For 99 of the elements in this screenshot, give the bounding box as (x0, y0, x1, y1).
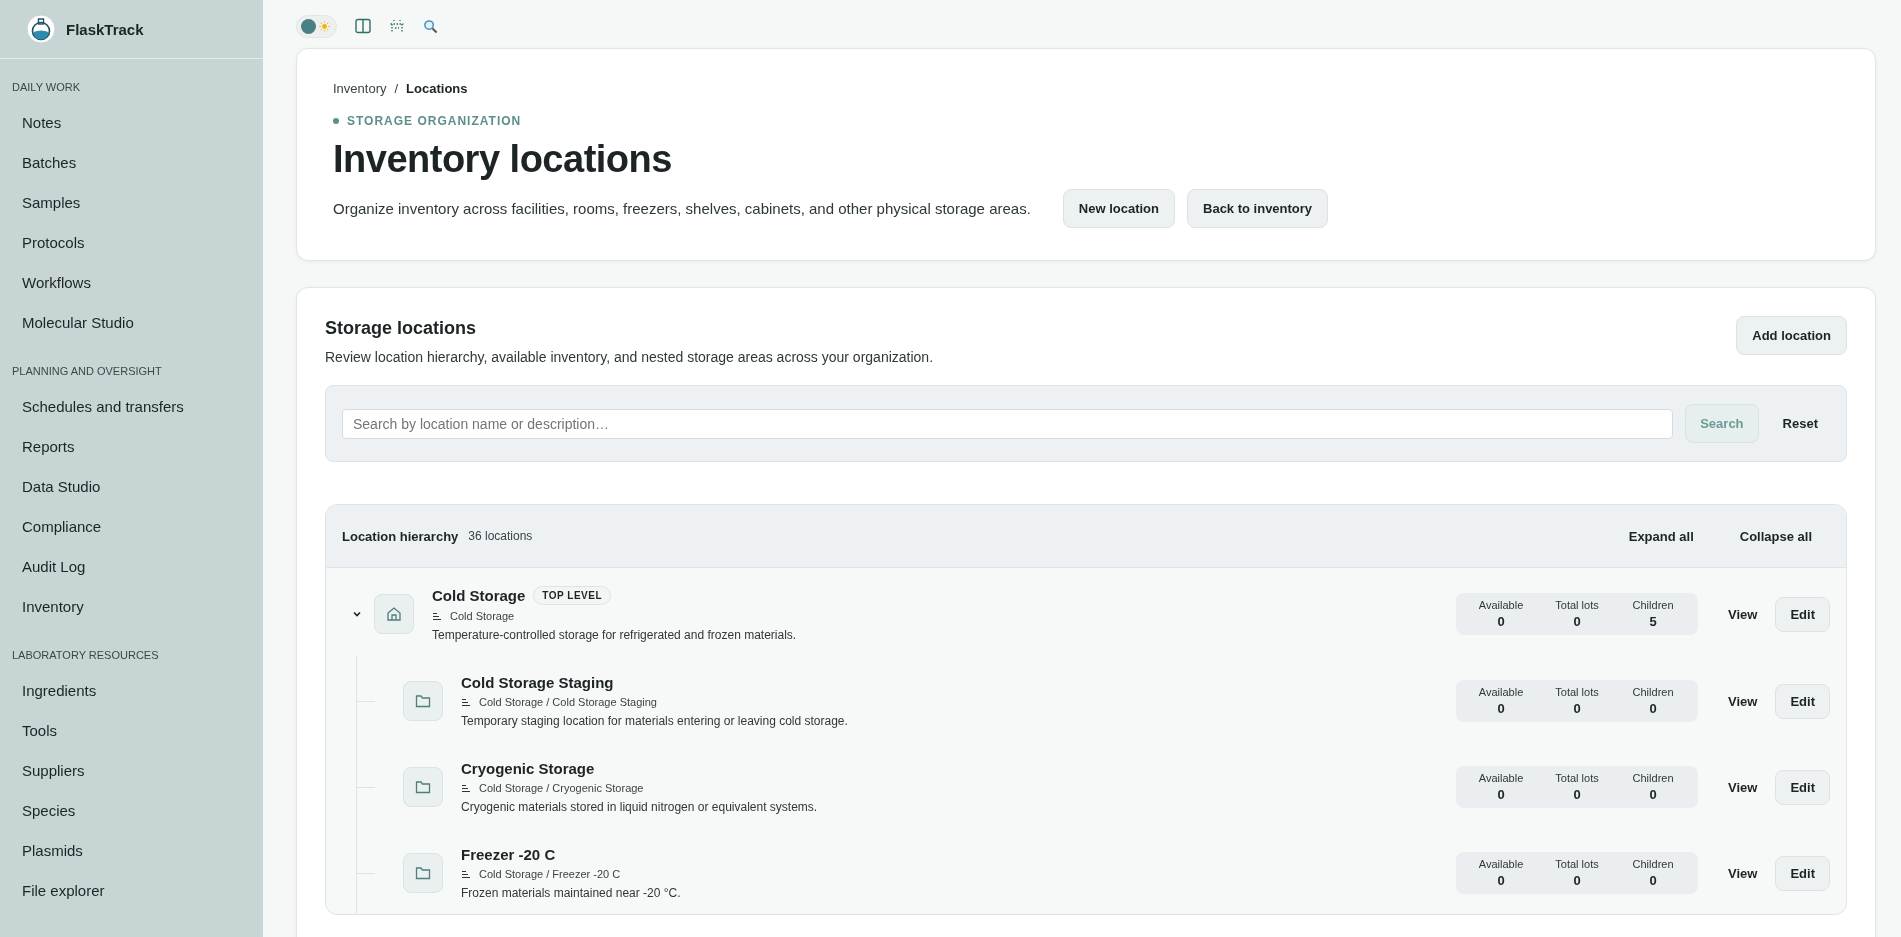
sidebar-item[interactable]: Molecular Studio (0, 303, 263, 343)
stat-label: Available (1478, 858, 1524, 870)
location-path: Cold Storage / Cryogenic Storage (479, 782, 644, 794)
stat-value: 0 (1573, 701, 1581, 716)
location-path: Cold Storage / Cold Storage Staging (479, 696, 657, 708)
sidebar-item[interactable]: File explorer (0, 871, 263, 911)
desk-icon[interactable] (389, 18, 405, 34)
stat-value: 0 (1573, 614, 1581, 629)
location-description: Frozen materials maintained near -20 °C. (461, 886, 682, 900)
stat-label: Children (1632, 686, 1674, 698)
sidebar-item[interactable]: Tools (0, 711, 263, 751)
view-button[interactable]: View (1716, 598, 1770, 630)
folder-icon (415, 780, 431, 794)
path-icon (432, 611, 442, 621)
sun-icon (319, 20, 330, 32)
breadcrumb-item: Locations (406, 81, 468, 96)
sidebar-item[interactable]: Plasmids (0, 831, 263, 871)
location-description: Cryogenic materials stored in liquid nitrogen or equivalent systems. (461, 800, 819, 814)
header-button[interactable]: New location (1062, 189, 1175, 228)
header-button[interactable]: Back to inventory (1187, 189, 1329, 228)
sidebar-item[interactable]: Audit Log (0, 547, 263, 587)
chevron-icon[interactable] (352, 609, 362, 619)
stat-label: Total lots (1555, 599, 1599, 611)
sidebar-item[interactable]: Notes (0, 103, 263, 143)
expand-all-button[interactable]: Expand all (1610, 520, 1712, 552)
location-count: 36 locations (468, 529, 533, 543)
breadcrumb-item[interactable]: Inventory (333, 81, 387, 96)
stat-value: 0 (1573, 873, 1581, 888)
location-path: Cold Storage (450, 610, 515, 622)
location-name[interactable]: Cold Storage Staging (461, 674, 614, 691)
stat-value: 0 (1649, 873, 1657, 888)
sidebar-item[interactable]: Schedules and transfers (0, 387, 263, 427)
section-heading: Storage locations (325, 318, 478, 339)
stat-label: Children (1632, 599, 1674, 611)
stat-value: 0 (1497, 787, 1505, 802)
sidebar-item[interactable]: Data Studio (0, 467, 263, 507)
path-icon (461, 783, 471, 793)
search-icon[interactable] (423, 18, 438, 34)
sidebar-item[interactable]: Species (0, 791, 263, 831)
flask-logo-icon (26, 14, 56, 44)
path-icon (461, 697, 471, 707)
stat-value: 0 (1649, 787, 1657, 802)
path-icon (461, 869, 471, 879)
edit-button[interactable]: Edit (1775, 855, 1830, 891)
stat-label: Available (1478, 686, 1524, 698)
section-description: Review location hierarchy, available inventory, and nested storage areas across your organization. (325, 349, 934, 365)
sidebar-item[interactable]: Ingredients (0, 671, 263, 711)
hierarchy-title: Location hierarchy (342, 528, 459, 544)
stat-value: 0 (1573, 787, 1581, 802)
page-title: Inventory locations (333, 138, 673, 181)
edit-button[interactable]: Edit (1775, 769, 1830, 805)
folder-icon (415, 694, 431, 708)
page-description: Organize inventory across facilities, rooms, freezers, shelves, cabinets, and other physical storage areas. (333, 200, 1031, 217)
eyebrow-label: STORAGE ORGANIZATION (347, 114, 522, 128)
sidebar-item[interactable]: Reports (0, 427, 263, 467)
section-title: PLANNING AND OVERSIGHT (11, 364, 163, 379)
breadcrumb-separator: / (394, 81, 399, 96)
location-description: Temperature-controlled storage for refrigerated and frozen materials. (432, 628, 798, 642)
stat-value: 0 (1497, 614, 1505, 629)
location-name[interactable]: Cold Storage (432, 587, 526, 604)
sidebar-item[interactable]: Compliance (0, 507, 263, 547)
stat-label: Available (1478, 599, 1524, 611)
add-location-button[interactable]: Add location (1736, 316, 1847, 355)
edit-button[interactable]: Edit (1775, 596, 1830, 632)
stat-value: 5 (1649, 614, 1657, 629)
building-icon (386, 606, 402, 622)
reset-button[interactable]: Reset (1770, 408, 1830, 439)
search-field[interactable]: Search by location name or description… (342, 408, 1674, 439)
location-description: Temporary staging location for materials entering or leaving cold storage. (461, 714, 849, 728)
theme-toggle[interactable] (296, 14, 337, 38)
sidebar-item[interactable]: Protocols (0, 223, 263, 263)
sidebar-item[interactable]: Suppliers (0, 751, 263, 791)
section-title: LABORATORY RESOURCES (11, 648, 160, 663)
stat-label: Total lots (1555, 858, 1599, 870)
section-title: DAILY WORK (11, 80, 82, 95)
sidebar-item[interactable]: Samples (0, 183, 263, 223)
stat-value: 0 (1497, 701, 1505, 716)
split-view-icon[interactable] (355, 18, 371, 34)
sidebar-item[interactable]: Batches (0, 143, 263, 183)
collapse-all-button[interactable]: Collapse all (1721, 520, 1830, 552)
stat-label: Children (1632, 772, 1674, 784)
folder-icon (415, 866, 431, 880)
stat-value: 0 (1649, 701, 1657, 716)
location-path: Cold Storage / Freezer -20 C (479, 868, 621, 880)
stat-value: 0 (1497, 873, 1505, 888)
location-name[interactable]: Cryogenic Storage (461, 760, 595, 777)
location-name[interactable]: Freezer -20 C (461, 846, 556, 863)
sidebar-item[interactable]: Workflows (0, 263, 263, 303)
stat-label: Total lots (1555, 686, 1599, 698)
stat-label: Available (1478, 772, 1524, 784)
sidebar-item[interactable]: Inventory (0, 587, 263, 627)
edit-button[interactable]: Edit (1775, 683, 1830, 719)
app-name: FlaskTrack (66, 20, 144, 38)
level-badge: TOP LEVEL (533, 586, 612, 605)
view-button[interactable]: View (1716, 771, 1770, 803)
stat-label: Total lots (1555, 772, 1599, 784)
view-button[interactable]: View (1716, 685, 1770, 717)
stat-label: Children (1632, 858, 1674, 870)
view-button[interactable]: View (1716, 857, 1770, 889)
